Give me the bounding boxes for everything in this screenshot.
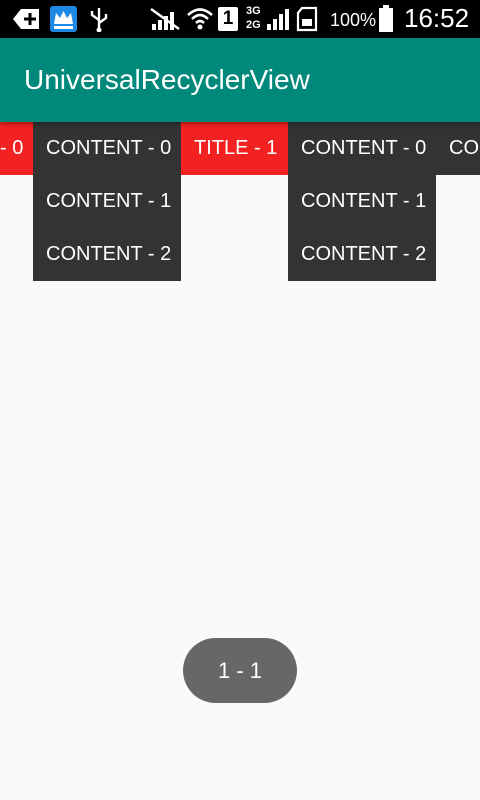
position-indicator: 1 - 1 — [183, 638, 297, 703]
horizontal-recycler-view[interactable]: - 0 CONTENT - 0 CONTENT - 1 CONTENT - 2 … — [0, 122, 480, 282]
back-plus-icon — [13, 9, 39, 29]
network-type-label: 3G 2G — [246, 5, 261, 31]
section-title-cell[interactable]: TITLE - 1 — [181, 122, 288, 175]
content-cell[interactable]: CON — [436, 122, 480, 175]
battery-icon — [379, 5, 393, 32]
no-signal-icon — [150, 7, 180, 31]
sim-1-icon: 1 — [218, 7, 238, 31]
app-bar: UniversalRecyclerView — [0, 38, 480, 122]
signal-icon — [267, 9, 289, 30]
usb-icon — [90, 8, 108, 32]
content-cell[interactable]: CONTENT - 2 — [33, 228, 181, 281]
content-cell[interactable]: CONTENT - 0 — [288, 122, 436, 175]
content-cell[interactable]: CONTENT - 1 — [33, 175, 181, 228]
crown-app-icon — [50, 6, 77, 32]
content-cell[interactable]: CONTENT - 1 — [288, 175, 436, 228]
status-bar: 1 3G 2G 100% 16:52 — [0, 0, 480, 38]
section-title-cell[interactable]: - 0 — [0, 122, 33, 175]
content-cell[interactable]: CONTENT - 2 — [288, 228, 436, 281]
content-cell[interactable]: CONTENT - 0 — [33, 122, 181, 175]
battery-percent: 100% — [330, 10, 377, 30]
app-title: UniversalRecyclerView — [24, 64, 310, 95]
clock: 16:52 — [404, 3, 470, 33]
sd-card-icon — [296, 6, 318, 32]
wifi-icon — [187, 8, 213, 30]
